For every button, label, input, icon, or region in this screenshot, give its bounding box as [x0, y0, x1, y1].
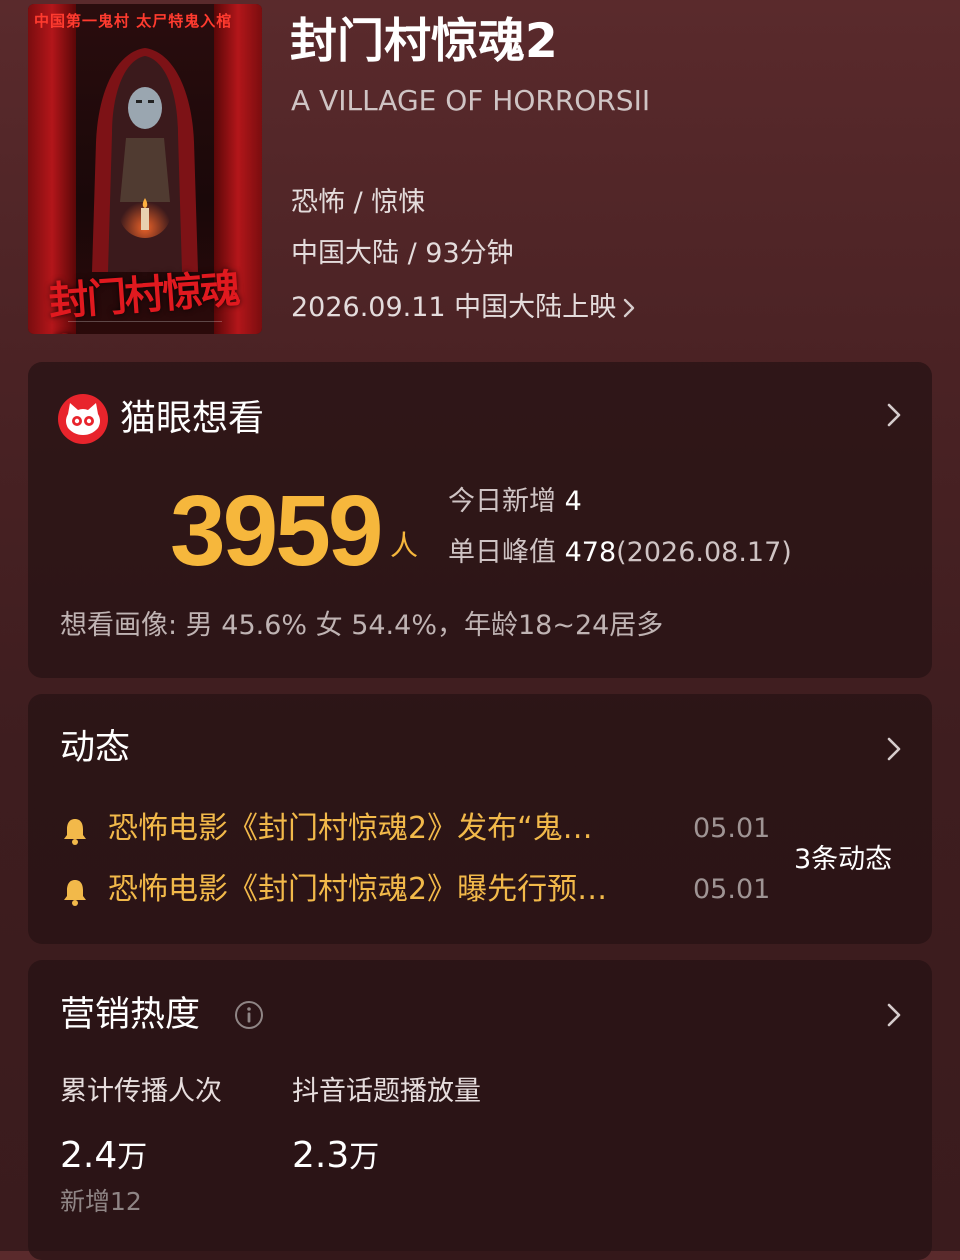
metric-label: 抖音话题播放量 [292, 1076, 481, 1107]
news-item-date: 05.01 [693, 874, 771, 905]
audience-portrait: 想看画像: 男 45.6% 女 54.4%，年龄18~24居多 [60, 610, 664, 641]
today-new-value: 4 [564, 486, 582, 517]
chevron-right-icon [623, 298, 635, 318]
movie-region-runtime: 中国大陆 / 93分钟 [291, 238, 514, 269]
release-date-text: 2026.09.11 中国大陆上映 [291, 292, 617, 323]
daily-peak-stat: 单日峰值 478(2026.08.17) [448, 535, 792, 571]
poster-tagline: 中国第一鬼村 太尸特鬼入棺 [34, 12, 233, 30]
metric-number: 2.4 [60, 1135, 118, 1176]
metric-value: 2.4万 [60, 1134, 222, 1180]
info-icon[interactable] [234, 1000, 264, 1030]
movie-genre: 恐怖 / 惊悚 [291, 187, 426, 218]
news-item-text: 恐怖电影《封门村惊魂2》曝先行预… [108, 872, 608, 907]
chevron-right-icon[interactable] [886, 736, 902, 762]
news-item-text: 恐怖电影《封门村惊魂2》发布“鬼… [108, 811, 593, 846]
metric-delta: 新增12 [60, 1187, 142, 1216]
news-item-date: 05.01 [693, 813, 771, 844]
metric-unit: 万 [117, 1140, 148, 1175]
maoyan-cat-icon [58, 394, 108, 444]
daily-peak-value: 478 [564, 537, 617, 568]
news-card[interactable]: 动态 恐怖电影《封门村惊魂2》发布“鬼… 05.01 恐怖电影《封门村惊魂2》曝… [28, 694, 932, 944]
today-new-stat: 今日新增 4 [448, 484, 582, 520]
daily-peak-date: (2026.08.17) [616, 537, 792, 568]
marketing-heat-title: 营销热度 [60, 995, 201, 1035]
bell-icon [64, 880, 86, 906]
metric-number: 2.3 [292, 1135, 350, 1176]
bell-icon [64, 819, 86, 845]
news-title: 动态 [60, 728, 131, 768]
metric-value: 2.3万 [292, 1134, 481, 1180]
marketing-heat-card[interactable]: 营销热度 累计传播人次 2.4万 新增12 抖音话题播放量 2.3万 [28, 960, 932, 1260]
daily-peak-label: 单日峰值 [448, 537, 556, 568]
chevron-right-icon[interactable] [886, 402, 902, 428]
chevron-right-icon[interactable] [886, 1002, 902, 1028]
news-item[interactable]: 恐怖电影《封门村惊魂2》曝先行预… 05.01 [60, 868, 780, 912]
metric-douyin-views: 抖音话题播放量 2.3万 [292, 1072, 481, 1180]
movie-header: 中国第一鬼村 太尸特鬼入棺 封门村惊魂2 封门村惊魂2 A VILLAGE OF… [0, 0, 960, 350]
metric-label: 累计传播人次 [60, 1076, 222, 1107]
today-new-label: 今日新增 [448, 486, 556, 517]
metric-unit: 万 [349, 1140, 380, 1175]
want-count: 3959 [170, 475, 383, 587]
want-count-unit: 人 [390, 529, 419, 562]
movie-title: 封门村惊魂2 [290, 14, 558, 69]
movie-english-title: A VILLAGE OF HORRORSII [291, 84, 651, 117]
news-item[interactable]: 恐怖电影《封门村惊魂2》发布“鬼… 05.01 [60, 807, 780, 851]
news-count-link[interactable]: 3条动态 [794, 838, 892, 882]
metric-total-reach: 累计传播人次 2.4万 新增12 [60, 1072, 222, 1218]
poster-figure-art [92, 48, 198, 272]
poster-credits [68, 321, 222, 326]
release-date-link[interactable]: 2026.09.11 中国大陆上映 [291, 291, 636, 325]
want-to-see-title: 猫眼想看 [120, 398, 265, 439]
want-to-see-card[interactable]: 猫眼想看 3959 人 今日新增 4 单日峰值 478(2026.08.17) … [28, 362, 932, 678]
movie-poster[interactable]: 中国第一鬼村 太尸特鬼入棺 封门村惊魂2 [28, 4, 262, 334]
